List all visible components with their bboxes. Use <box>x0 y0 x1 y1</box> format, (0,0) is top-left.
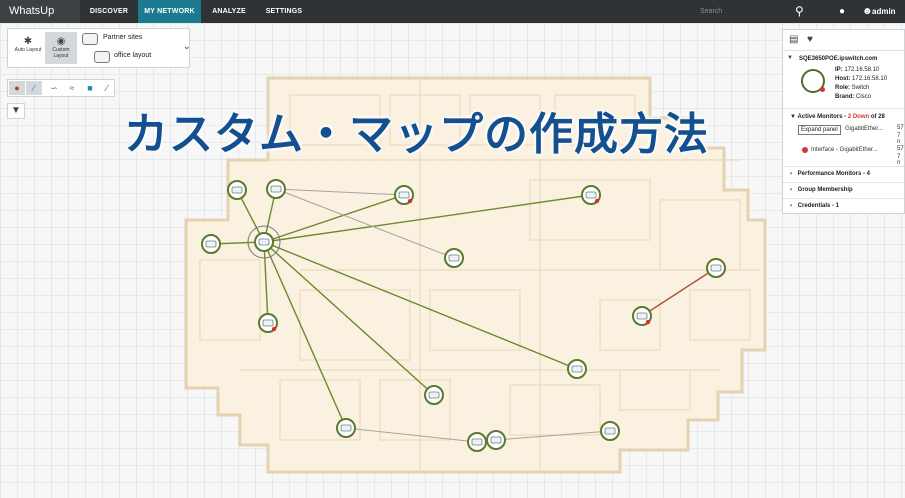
alert-icon <box>645 319 651 325</box>
device-icon <box>270 185 282 193</box>
expand-panel-tooltip: Expand panel <box>798 125 841 135</box>
map-node[interactable] <box>201 234 221 254</box>
device-avatar <box>801 69 825 93</box>
monitor-value: 57 <box>897 125 904 131</box>
chevron-right-icon: › <box>790 171 792 177</box>
map-node[interactable] <box>581 185 601 205</box>
device-icon <box>571 365 583 373</box>
map-node[interactable] <box>227 180 247 200</box>
brand-label: Brand: <box>835 94 855 100</box>
monitor-value: 57 <box>897 146 904 152</box>
overlay-title: カスタム・マップの作成方法 <box>124 109 709 160</box>
host-label: Host: <box>835 76 851 82</box>
monitor-name[interactable]: Interface - GigabitEther... <box>811 147 878 153</box>
map-node[interactable] <box>706 258 726 278</box>
custom-layout-label: Custom Layout <box>52 47 70 59</box>
divider <box>783 182 904 183</box>
map-node[interactable] <box>467 432 487 452</box>
device-icon <box>262 319 274 327</box>
heartbeat-icon[interactable]: ♥ <box>807 34 813 45</box>
auto-layout-label: Auto Layout <box>14 47 42 53</box>
chevron-right-icon: › <box>790 203 792 209</box>
credentials-label: Credentials - 1 <box>797 203 840 209</box>
device-icon <box>636 312 648 320</box>
credentials-header[interactable]: › Credentials - 1 <box>790 203 839 209</box>
filter-icon[interactable]: ▼ <box>7 103 25 119</box>
cube-tool-icon[interactable]: ■ <box>82 81 98 95</box>
device-icon <box>604 427 616 435</box>
alert-icon <box>407 198 413 204</box>
device-icon <box>490 436 502 444</box>
monitor-unit: 7 n <box>897 154 901 166</box>
device-icon <box>340 424 352 432</box>
list-icon[interactable]: ▤ <box>789 34 798 45</box>
device-icon <box>471 438 483 446</box>
map-node[interactable] <box>567 359 587 379</box>
select-tool-icon[interactable]: ● <box>9 81 25 95</box>
device-icon <box>398 191 410 199</box>
map-node[interactable] <box>258 313 278 333</box>
site-icon <box>94 51 110 63</box>
site-partner-sites[interactable]: Partner sites <box>103 34 142 41</box>
map-node[interactable] <box>444 248 464 268</box>
device-icon <box>710 264 722 272</box>
device-icon <box>258 238 270 246</box>
site-icon <box>82 33 98 45</box>
custom-layout-button[interactable]: ◉ Custom Layout <box>45 32 77 64</box>
map-node[interactable] <box>336 418 356 438</box>
device-name[interactable]: SQE3650POE.ipswitch.com <box>799 56 877 62</box>
auto-layout-icon: ✱ <box>23 36 33 47</box>
path-tool-icon[interactable]: ∽ <box>46 81 62 95</box>
divider <box>783 108 904 109</box>
map-node[interactable] <box>486 430 506 450</box>
wireless-tool-icon[interactable]: ≈ <box>64 81 80 95</box>
brand-value: Cisco <box>856 94 872 100</box>
map-node[interactable] <box>632 306 652 326</box>
map-node[interactable] <box>266 179 286 199</box>
status-down-icon <box>802 147 808 153</box>
divider <box>783 166 904 167</box>
device-icon <box>428 391 440 399</box>
chevron-down-icon[interactable]: ▼ <box>787 55 793 61</box>
divider <box>783 198 904 199</box>
active-monitors-header[interactable]: ▼ Active Monitors - 2 Down of 28 <box>790 114 885 120</box>
down-count: 2 Down <box>847 114 870 120</box>
performance-monitors-header[interactable]: › Performance Monitors - 4 <box>790 171 870 177</box>
device-side-panel: ▤ ♥ ▼ SQE3650POE.ipswitch.com IP: 172.16… <box>782 29 905 214</box>
ip-value: 172.16.58.10 <box>844 67 880 73</box>
device-icon <box>585 191 597 199</box>
host-value: 172.16.58.10 <box>852 76 888 82</box>
line-tool-icon[interactable]: ∕ <box>99 81 115 95</box>
auto-layout-button[interactable]: ✱ Auto Layout <box>12 32 44 64</box>
network-map <box>184 76 767 474</box>
monitor-unit: 7 n <box>897 133 901 145</box>
role-label: Role: <box>835 85 850 91</box>
performance-monitors-label: Performance Monitors - 4 <box>797 171 871 177</box>
alert-icon <box>271 326 277 332</box>
chevron-down-icon[interactable]: ⌄ <box>183 41 191 52</box>
device-icon <box>231 186 243 194</box>
site-office-layout[interactable]: office layout <box>114 52 151 59</box>
draw-link-tool-icon[interactable]: ∕ <box>26 81 42 95</box>
map-node[interactable] <box>424 385 444 405</box>
monitor-name[interactable]: GigabitEther... <box>845 126 883 132</box>
device-icon <box>448 254 460 262</box>
layout-panel: ✱ Auto Layout ◉ Custom Layout Partner si… <box>7 28 191 68</box>
role-value: Switch <box>851 85 870 91</box>
map-node[interactable] <box>600 421 620 441</box>
ip-label: IP: <box>835 67 843 73</box>
chevron-right-icon: › <box>790 187 792 193</box>
map-node[interactable] <box>394 185 414 205</box>
device-icon <box>205 240 217 248</box>
monitor-total: of 28 <box>870 114 885 120</box>
group-membership-header[interactable]: › Group Membership <box>790 187 853 193</box>
custom-layout-icon: ◉ <box>56 36 66 47</box>
group-membership-label: Group Membership <box>797 187 853 193</box>
alert-icon <box>594 198 600 204</box>
side-panel-tabs: ▤ ♥ <box>783 30 904 51</box>
chevron-down-icon: ▼ <box>790 114 796 120</box>
map-toolbar: ● ∕ ∽ ≈ ■ ∕ <box>7 79 115 97</box>
active-monitors-label: Active Monitors <box>797 114 843 120</box>
